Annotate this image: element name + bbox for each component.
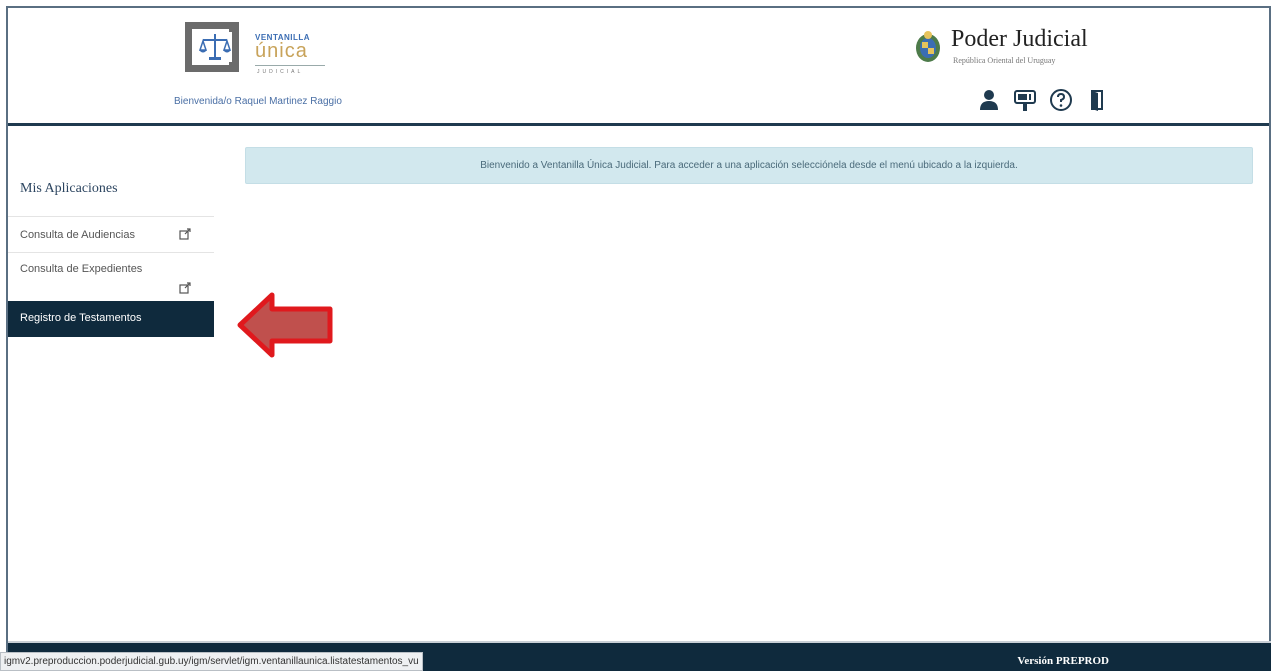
- status-bar-url: igmv2.preproduccion.poderjudicial.gub.uy…: [0, 652, 423, 671]
- welcome-user-text: Bienvenida/o Raquel Martinez Raggio: [174, 96, 342, 107]
- logo-text-unica: única: [255, 40, 308, 62]
- logo-text-judicial: JUDICIAL: [257, 69, 304, 75]
- red-arrow-annotation: [237, 292, 333, 358]
- sidebar-item-label: Consulta de Expedientes: [20, 263, 143, 275]
- page-frame: VENTANILLA única JUDICIAL Bienvenida/o R…: [6, 6, 1271, 671]
- sidebar-item-consulta-audiencias[interactable]: Consulta de Audiencias: [8, 217, 214, 252]
- mailbox-icon[interactable]: [1013, 88, 1037, 112]
- sidebar-item-label: Consulta de Audiencias: [20, 229, 135, 241]
- ventanilla-unica-logo[interactable]: VENTANILLA única JUDICIAL: [185, 18, 345, 82]
- sidebar-item-label: Registro de Testamentos: [20, 312, 142, 324]
- sidebar-title: Mis Aplicaciones: [20, 181, 118, 196]
- institution-subtitle: República Oriental del Uruguay: [953, 56, 1056, 65]
- user-icon[interactable]: [977, 88, 1001, 112]
- scales-icon: [198, 32, 232, 62]
- sidebar-item-consulta-expedientes[interactable]: Consulta de Expedientes: [8, 253, 214, 301]
- welcome-alert: Bienvenido a Ventanilla Única Judicial. …: [245, 147, 1253, 184]
- version-label: Versión PREPROD: [1017, 655, 1109, 667]
- help-icon[interactable]: [1049, 88, 1073, 112]
- logout-door-icon[interactable]: [1085, 88, 1109, 112]
- external-link-icon[interactable]: [179, 228, 191, 240]
- external-link-icon[interactable]: [179, 282, 191, 294]
- institution-title: Poder Judicial: [951, 26, 1088, 52]
- logo-divider: [255, 65, 325, 66]
- header-actions: [977, 88, 1117, 112]
- poder-judicial-brand: Poder Judicial República Oriental del Ur…: [913, 26, 1123, 76]
- sidebar-item-registro-testamentos[interactable]: Registro de Testamentos: [8, 301, 214, 337]
- coat-of-arms-icon: [916, 31, 940, 62]
- header: VENTANILLA única JUDICIAL Bienvenida/o R…: [8, 8, 1269, 126]
